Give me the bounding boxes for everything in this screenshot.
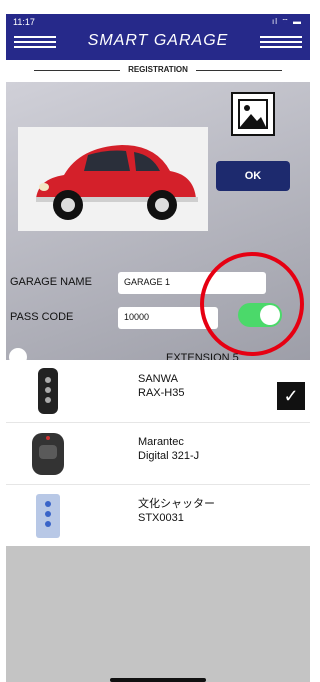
remote-name: 文化シャッター STX0031	[138, 497, 215, 525]
brand-lines-right	[260, 36, 302, 50]
garage-photo	[18, 127, 208, 231]
remote-list-item[interactable]: 文化シャッター STX0031	[6, 484, 310, 547]
page-subtitle-bar: REGISTRATION	[6, 60, 310, 82]
bunka-remote-icon	[36, 494, 60, 538]
registration-panel: OK GARAGE NAME GARAGE 1 PASS CODE 10000 …	[6, 82, 310, 378]
remote-name: Marantec Digital 321-J	[138, 435, 199, 463]
remote-model: STX0031	[138, 512, 184, 524]
car-image	[36, 145, 198, 220]
remote-list-item[interactable]: Marantec Digital 321-J	[6, 422, 310, 485]
pass-code-label: PASS CODE	[10, 311, 74, 323]
remote-brand: SANWA	[138, 373, 178, 385]
remote-list-item[interactable]: SANWA RAX-H35 ✓	[6, 360, 310, 422]
app-screen: 11:17 ıl ⌔ ▬ SMART GARAGE REGISTRATION O…	[6, 14, 310, 682]
remote-model: Digital 321-J	[138, 450, 200, 462]
select-photo-button[interactable]	[231, 92, 275, 136]
remote-list: SANWA RAX-H35 ✓ Marantec Digital 321-J 文…	[6, 360, 310, 546]
remote-name: SANWA RAX-H35	[138, 372, 184, 400]
garage-name-label: GARAGE NAME	[10, 276, 92, 288]
remote-brand: Marantec	[138, 436, 184, 448]
image-icon	[238, 99, 268, 129]
remote-model: RAX-H35	[138, 387, 185, 399]
status-icons: ıl ⌔ ▬	[272, 17, 302, 26]
ok-button[interactable]: OK	[216, 161, 290, 191]
selected-checkbox[interactable]: ✓	[277, 382, 305, 410]
marantec-remote-icon	[32, 433, 64, 475]
divider-right	[196, 70, 282, 71]
status-time: 11:17	[13, 17, 35, 27]
sanwa-remote-icon	[38, 368, 58, 414]
remote-brand: 文化シャッター	[138, 498, 215, 510]
red-circle-annotation	[200, 252, 304, 356]
header: 11:17 ıl ⌔ ▬ SMART GARAGE	[6, 14, 310, 60]
home-indicator	[110, 678, 206, 682]
